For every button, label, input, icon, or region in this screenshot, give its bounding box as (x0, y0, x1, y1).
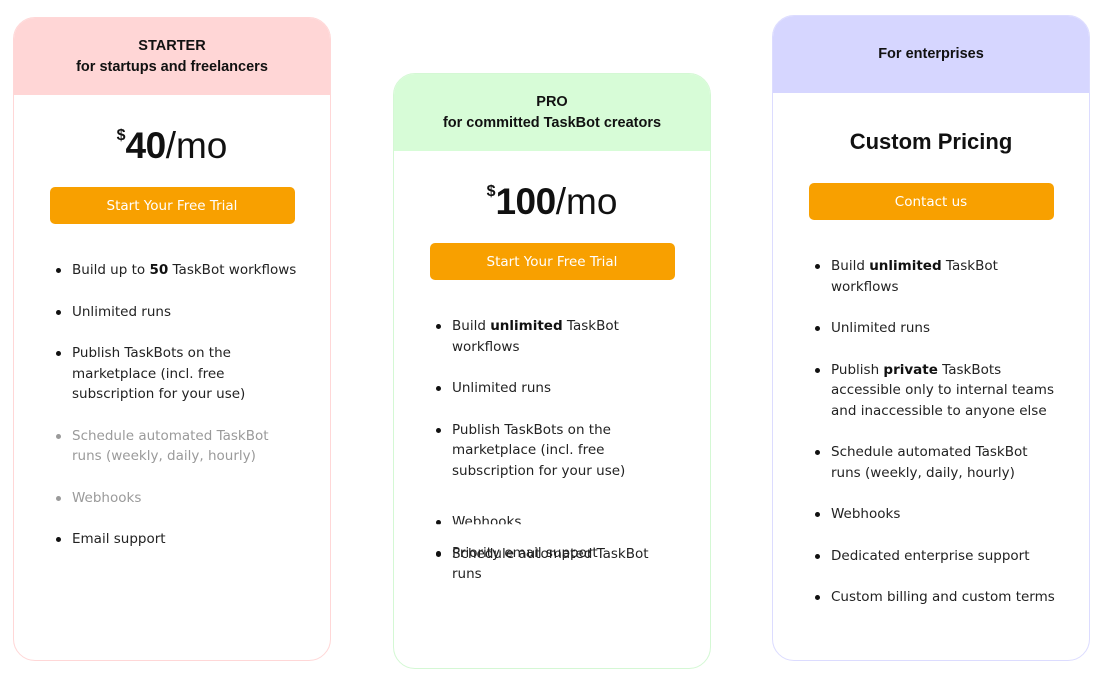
plan-price: $100/mo (394, 181, 710, 225)
plan-title: PRO (536, 93, 568, 110)
card-header: STARTER for startups and freelancers (14, 18, 330, 95)
price-amount: 100 (495, 181, 556, 222)
pricing-card-pro: PRO for committed TaskBot creators $100/… (393, 73, 711, 669)
feature-item: Publish private TaskBots accessible only… (813, 360, 1061, 422)
feature-item: Build unlimited TaskBot workflows (434, 316, 682, 357)
plan-subtitle: for startups and freelancers (76, 58, 268, 75)
feature-item: Dedicated enterprise support (813, 546, 1061, 567)
contact-us-button[interactable]: Contact us (808, 183, 1054, 220)
currency-symbol: $ (486, 183, 496, 200)
feature-item: Publish TaskBots on the marketplace (inc… (54, 343, 302, 405)
feature-item: Webhooks (813, 504, 1061, 525)
feature-list: Build unlimited TaskBot workflows Unlimi… (773, 256, 1089, 608)
feature-item: Build unlimited TaskBot workflows (813, 256, 1061, 297)
overlapping-feature-items: Webhooks Schedule automated TaskBot runs (434, 502, 710, 585)
feature-item: Schedule automated TaskBot runs (weekly,… (813, 442, 1061, 483)
price-amount: 40 (125, 125, 167, 166)
card-header: For enterprises (773, 16, 1089, 93)
plan-price: $40/mo (14, 125, 330, 169)
start-free-trial-button[interactable]: Start Your Free Trial (429, 243, 675, 280)
feature-item: Custom billing and custom terms (813, 587, 1061, 608)
plan-subtitle: for committed TaskBot creators (442, 114, 662, 131)
feature-item: Unlimited runs (54, 302, 302, 323)
feature-item: Webhooks (434, 512, 682, 525)
card-header: PRO for committed TaskBot creators (394, 74, 710, 151)
feature-item: Email support (54, 529, 302, 550)
feature-item-disabled: Schedule automated TaskBot runs (weekly,… (54, 426, 302, 467)
feature-item-disabled: Webhooks (54, 488, 302, 509)
custom-pricing-label: Custom Pricing (849, 129, 1013, 154)
feature-list: Build up to 50 TaskBot workflows Unlimit… (14, 260, 330, 550)
pricing-card-enterprise: For enterprises Custom Pricing Contact u… (772, 15, 1090, 661)
plan-title: For enterprises (878, 46, 984, 62)
price-period: /mo (555, 181, 618, 222)
plan-title: STARTER (138, 37, 206, 54)
start-free-trial-button[interactable]: Start Your Free Trial (49, 187, 295, 224)
feature-item: Priority email support (434, 543, 682, 564)
pricing-card-starter: STARTER for startups and freelancers $40… (13, 17, 331, 661)
feature-item: Unlimited runs (434, 378, 682, 399)
price-period: /mo (165, 125, 228, 166)
feature-list: Build unlimited TaskBot workflows Unlimi… (394, 316, 710, 585)
feature-item: Publish TaskBots on the marketplace (inc… (434, 420, 682, 482)
feature-item: Unlimited runs (813, 318, 1061, 339)
currency-symbol: $ (116, 127, 126, 144)
feature-item: Build up to 50 TaskBot workflows (54, 260, 302, 281)
